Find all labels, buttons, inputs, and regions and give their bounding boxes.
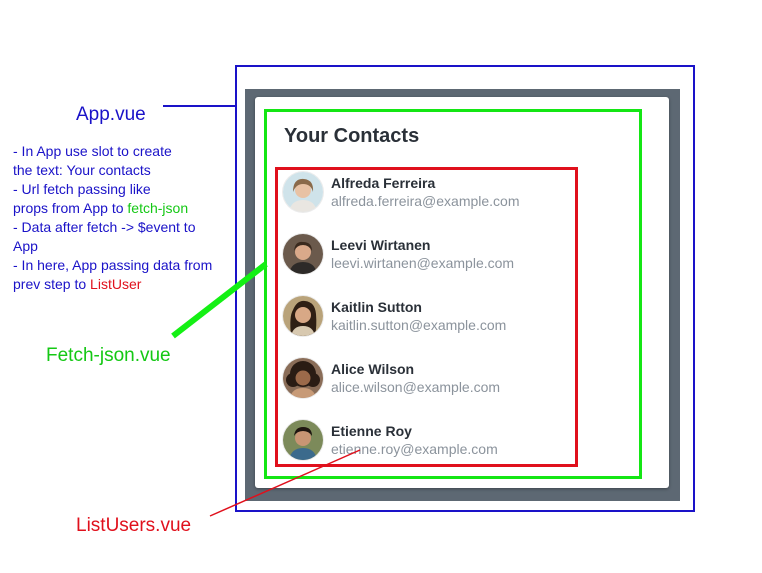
note-line: App <box>13 238 38 254</box>
fetch-json-highlight: fetch-json <box>127 200 189 216</box>
list-users-label: ListUsers.vue <box>76 515 192 536</box>
note-line: prev step to ListUser <box>13 275 235 294</box>
note-line: props from App to fetch-json <box>13 199 235 218</box>
app-vue-label: App.vue <box>76 104 146 125</box>
note-line: the text: Your contacts <box>13 162 151 178</box>
app-notes: - In App use slot to create the text: Yo… <box>13 142 235 294</box>
note-line: - Data after fetch -> $event to <box>13 219 196 235</box>
note-text: props from App to <box>13 200 128 216</box>
note-line: - In here, App passing data from <box>13 257 213 273</box>
note-line: - Url fetch passing like <box>13 181 151 197</box>
list-user-highlight: ListUser <box>90 276 142 292</box>
fetch-json-label: Fetch-json.vue <box>46 345 171 366</box>
note-line: - In App use slot to create <box>13 143 172 159</box>
note-text: prev step to <box>13 276 91 292</box>
list-users-connector <box>209 449 361 517</box>
